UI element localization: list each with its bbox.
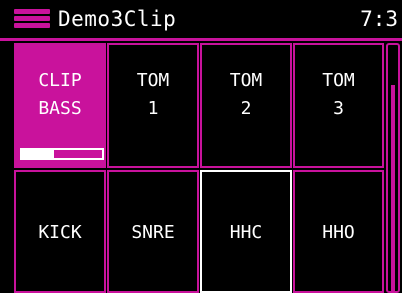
- menu-line: [14, 16, 50, 21]
- pad-label-line2: 1: [147, 98, 159, 119]
- pad-grid: CLIP BASS TOM 1 TOM 2 TOM 3 KICK SNRE HH…: [14, 43, 384, 293]
- pad-kick[interactable]: KICK: [14, 170, 106, 293]
- pad-label-line1: TOM: [136, 70, 170, 91]
- pad-label-line1: HHO: [322, 222, 355, 243]
- pad-label-line2: 3: [333, 98, 344, 119]
- pad-label-line1: TOM: [322, 70, 355, 91]
- pad-label-line1: SNRE: [131, 222, 175, 243]
- menu-line: [14, 23, 50, 28]
- pad-label-line2: 2: [240, 98, 252, 119]
- pad-tom-2[interactable]: TOM 2: [200, 43, 292, 168]
- clip-progress-bar: [20, 148, 104, 160]
- scrollbar-thumb[interactable]: [391, 85, 395, 291]
- pad-clip-bass[interactable]: CLIP BASS: [14, 43, 106, 168]
- clip-progress-fill: [22, 150, 54, 158]
- menu-icon[interactable]: [14, 9, 50, 29]
- pad-tom-1[interactable]: TOM 1: [107, 43, 199, 168]
- pad-snare[interactable]: SNRE: [107, 170, 199, 293]
- pad-label-line1: CLIP: [38, 70, 82, 91]
- vertical-scrollbar[interactable]: [386, 43, 400, 293]
- pad-hihat-open[interactable]: HHO: [293, 170, 384, 293]
- menu-line: [14, 9, 50, 14]
- pad-hihat-closed[interactable]: HHC: [200, 170, 292, 293]
- app-title: Demo3Clip: [58, 7, 177, 31]
- pad-label-line2: BASS: [38, 98, 82, 119]
- header-divider: [0, 38, 402, 41]
- header-bar: Demo3Clip 7:3: [0, 0, 402, 38]
- pad-label-line1: TOM: [229, 70, 263, 91]
- pad-tom-3[interactable]: TOM 3: [293, 43, 384, 168]
- pad-label-line1: KICK: [38, 222, 82, 243]
- time-display: 7:3: [360, 7, 398, 31]
- pad-label-line1: HHC: [229, 222, 263, 243]
